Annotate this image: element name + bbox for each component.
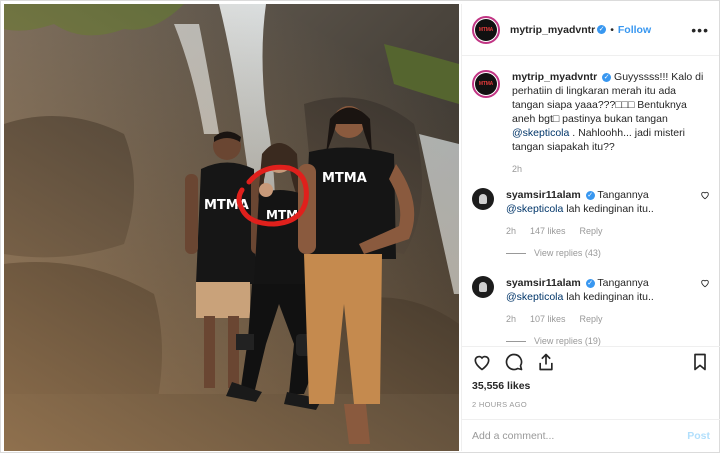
view-replies[interactable]: View replies (19) (506, 334, 700, 346)
verified-badge-icon: ✓ (602, 72, 612, 82)
post-window: MTMA MTMA MTMA MTMA mytrip_myadvntr ✓ • … (0, 0, 720, 453)
comments-list[interactable]: MTMA mytrip_myadvntr ✓ Guyyssss!!! Kalo … (462, 64, 720, 346)
waterfall-photo: MTMA MTMA MTMA (4, 4, 459, 451)
view-replies[interactable]: View replies (43) (506, 246, 700, 260)
commenter-avatar[interactable] (472, 276, 494, 298)
view-replies-label: View replies (43) (534, 248, 601, 258)
verified-badge-icon: ✓ (585, 278, 595, 288)
comment-username[interactable]: syamsir11alam (506, 189, 581, 201)
comment-heart-icon[interactable] (700, 190, 710, 200)
action-bar (462, 346, 720, 376)
like-count[interactable]: 35,556 likes (472, 380, 530, 392)
post-photo[interactable]: MTMA MTMA MTMA (4, 4, 459, 451)
post-comment-button[interactable]: Post (687, 430, 710, 442)
comment-text: Tangannya (597, 189, 649, 201)
post-time: 2 HOURS AGO (472, 400, 527, 409)
avatar-logo-text: MTMA (478, 81, 494, 87)
more-options-icon[interactable]: ••• (691, 22, 709, 38)
add-comment-bar: Post (462, 419, 720, 451)
comment: syamsir11alam ✓ Tangannya @skepticola la… (462, 182, 720, 260)
comment: syamsir11alam ✓ Tangannya @skepticola la… (462, 270, 720, 346)
comment-heart-icon[interactable] (700, 278, 710, 288)
avatar-logo-text: MTMA (478, 26, 494, 33)
post-header: MTMA mytrip_myadvntr ✓ • Follow ••• (462, 4, 719, 56)
separator-dot: • (610, 23, 614, 36)
reply-button[interactable]: Reply (580, 224, 603, 238)
bookmark-icon[interactable] (690, 352, 710, 372)
verified-badge-icon: ✓ (585, 190, 595, 200)
comment-time: 2h (506, 226, 517, 236)
view-replies-label: View replies (19) (534, 336, 601, 346)
reply-button[interactable]: Reply (580, 312, 603, 326)
post-sidebar: MTMA mytrip_myadvntr ✓ • Follow ••• MTMA… (461, 4, 720, 451)
comment-input[interactable] (472, 429, 688, 442)
comment-likes[interactable]: 107 likes (530, 312, 566, 326)
commenter-avatar[interactable] (472, 188, 494, 210)
follow-button[interactable]: Follow (618, 24, 651, 36)
comment-username[interactable]: syamsir11alam (506, 277, 581, 289)
caption-time: 2h (512, 164, 523, 174)
comment-icon[interactable] (504, 352, 524, 372)
comment-mention[interactable]: @skepticola (506, 203, 563, 215)
man-shirt-logo: MTMA (322, 171, 367, 186)
caption-mention[interactable]: @skepticola (512, 127, 569, 139)
account-avatar[interactable]: MTMA (472, 15, 500, 44)
share-icon[interactable] (536, 352, 556, 372)
header-account: mytrip_myadvntr ✓ • Follow (510, 24, 651, 36)
caption-username[interactable]: mytrip_myadvntr (512, 71, 597, 83)
verified-badge-icon: ✓ (597, 25, 607, 34)
heart-icon[interactable] (472, 352, 492, 372)
comment-text: Tangannya (597, 277, 649, 289)
comment-text-end: lah kedinginan itu.. (563, 291, 654, 303)
comment-mention[interactable]: @skepticola (506, 291, 563, 303)
account-username[interactable]: mytrip_myadvntr (510, 24, 595, 36)
caption: MTMA mytrip_myadvntr ✓ Guyyssss!!! Kalo … (462, 64, 720, 176)
comment-text-end: lah kedinginan itu.. (563, 203, 654, 215)
comment-time: 2h (506, 314, 517, 324)
caption-avatar[interactable]: MTMA (472, 70, 500, 98)
comment-likes[interactable]: 147 likes (530, 224, 566, 238)
